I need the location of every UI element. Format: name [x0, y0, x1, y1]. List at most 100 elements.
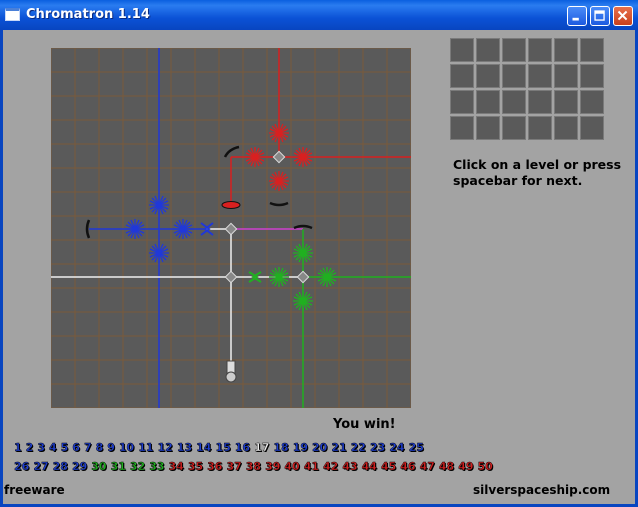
level-preview-cell[interactable]	[554, 64, 578, 88]
level-selector-row-2[interactable]: 26 27 28 29 30 31 32 33 34 35 36 37 38 39 40 41 42 43 44 45…	[14, 460, 534, 473]
white-light-emitter[interactable]	[225, 360, 237, 383]
level-21-link[interactable]: 21	[331, 441, 347, 454]
level-preview-cell[interactable]	[554, 38, 578, 62]
level-preview-cell[interactable]	[580, 38, 604, 62]
level-19-link[interactable]: 19	[293, 441, 309, 454]
level-26-link[interactable]: 26	[14, 460, 30, 473]
level-preview-cell[interactable]	[528, 64, 552, 88]
level-preview-cell[interactable]	[476, 38, 500, 62]
close-icon	[617, 10, 628, 21]
red-filter	[221, 201, 241, 209]
level-35-link[interactable]: 35	[188, 460, 204, 473]
level-14-link[interactable]: 14	[196, 441, 212, 454]
level-preview-cell[interactable]	[528, 38, 552, 62]
level-28-link[interactable]: 28	[52, 460, 68, 473]
blue-target	[148, 242, 170, 264]
level-15-link[interactable]: 15	[215, 441, 231, 454]
level-43-link[interactable]: 43	[342, 460, 358, 473]
minimize-icon	[572, 17, 579, 21]
level-4-link[interactable]: 4	[49, 441, 57, 454]
blue-target	[148, 194, 170, 216]
level-preview-cell[interactable]	[502, 38, 526, 62]
level-preview-cell[interactable]	[450, 64, 474, 88]
level-37-link[interactable]: 37	[226, 460, 242, 473]
level-44-link[interactable]: 44	[361, 460, 377, 473]
level-preview-cell[interactable]	[450, 90, 474, 114]
title-bar[interactable]: Chromatron 1.14	[0, 0, 638, 30]
level-5-link[interactable]: 5	[60, 441, 68, 454]
level-13-link[interactable]: 13	[177, 441, 193, 454]
level-selector-row-1[interactable]: 1 2 3 4 5 6 7 8 9 10 11 12 13 14 15 16 17 18 19 20 21 22 23 24 2…	[14, 441, 534, 454]
level-18-link[interactable]: 18	[273, 441, 289, 454]
green-target	[292, 242, 314, 264]
level-46-link[interactable]: 46	[400, 460, 416, 473]
level-45-link[interactable]: 45	[381, 460, 397, 473]
red-target	[292, 146, 314, 168]
level-23-link[interactable]: 23	[370, 441, 386, 454]
level-22-link[interactable]: 22	[350, 441, 366, 454]
level-2-link[interactable]: 2	[25, 441, 33, 454]
level-preview-cell[interactable]	[502, 64, 526, 88]
red-target	[244, 146, 266, 168]
maximize-icon	[594, 10, 605, 21]
level-preview-cell[interactable]	[450, 38, 474, 62]
level-7-link[interactable]: 7	[84, 441, 92, 454]
level-8-link[interactable]: 8	[95, 441, 103, 454]
level-preview-grid[interactable]	[450, 38, 606, 142]
level-32-link[interactable]: 32	[130, 460, 146, 473]
level-preview-cell[interactable]	[450, 116, 474, 140]
level-30-link[interactable]: 30	[91, 460, 107, 473]
window-title: Chromatron 1.14	[26, 7, 150, 22]
level-50-link[interactable]: 50	[477, 460, 493, 473]
footer-website[interactable]: silverspaceship.com	[473, 483, 610, 497]
level-42-link[interactable]: 42	[323, 460, 339, 473]
maximize-button[interactable]	[590, 6, 610, 26]
level-1-link[interactable]: 1	[14, 441, 22, 454]
level-preview-cell[interactable]	[554, 90, 578, 114]
level-6-link[interactable]: 6	[72, 441, 80, 454]
level-preview-cell[interactable]	[580, 64, 604, 88]
level-preview-cell[interactable]	[476, 116, 500, 140]
level-preview-cell[interactable]	[476, 90, 500, 114]
level-33-link[interactable]: 33	[149, 460, 165, 473]
level-preview-cell[interactable]	[502, 90, 526, 114]
level-preview-cell[interactable]	[580, 116, 604, 140]
level-39-link[interactable]: 39	[265, 460, 281, 473]
level-10-link[interactable]: 10	[119, 441, 135, 454]
app-icon	[5, 8, 20, 21]
level-preview-cell[interactable]	[554, 116, 578, 140]
close-button[interactable]	[613, 6, 633, 26]
level-17-link[interactable]: 17	[254, 441, 270, 454]
level-47-link[interactable]: 47	[419, 460, 435, 473]
level-3-link[interactable]: 3	[37, 441, 45, 454]
level-preview-cell[interactable]	[502, 116, 526, 140]
level-34-link[interactable]: 34	[168, 460, 184, 473]
level-12-link[interactable]: 12	[157, 441, 173, 454]
level-20-link[interactable]: 20	[312, 441, 328, 454]
level-preview-cell[interactable]	[528, 90, 552, 114]
level-48-link[interactable]: 48	[439, 460, 455, 473]
level-38-link[interactable]: 38	[246, 460, 262, 473]
level-9-link[interactable]: 9	[107, 441, 115, 454]
green-target	[268, 266, 290, 288]
level-16-link[interactable]: 16	[235, 441, 251, 454]
level-40-link[interactable]: 40	[284, 460, 300, 473]
level-29-link[interactable]: 29	[72, 460, 88, 473]
level-41-link[interactable]: 41	[303, 460, 319, 473]
level-49-link[interactable]: 49	[458, 460, 474, 473]
minimize-button[interactable]	[567, 6, 587, 26]
level-27-link[interactable]: 27	[33, 460, 49, 473]
level-preview-cell[interactable]	[580, 90, 604, 114]
instruction-text: Click on a level or press spacebar for n…	[453, 157, 622, 188]
level-24-link[interactable]: 24	[389, 441, 405, 454]
level-25-link[interactable]: 25	[408, 441, 424, 454]
blue-target	[124, 218, 146, 240]
level-31-link[interactable]: 31	[110, 460, 126, 473]
level-11-link[interactable]: 11	[138, 441, 154, 454]
game-board[interactable]	[51, 48, 411, 408]
red-target	[268, 170, 290, 192]
level-preview-cell[interactable]	[476, 64, 500, 88]
blue-target	[172, 218, 194, 240]
level-36-link[interactable]: 36	[207, 460, 223, 473]
level-preview-cell[interactable]	[528, 116, 552, 140]
